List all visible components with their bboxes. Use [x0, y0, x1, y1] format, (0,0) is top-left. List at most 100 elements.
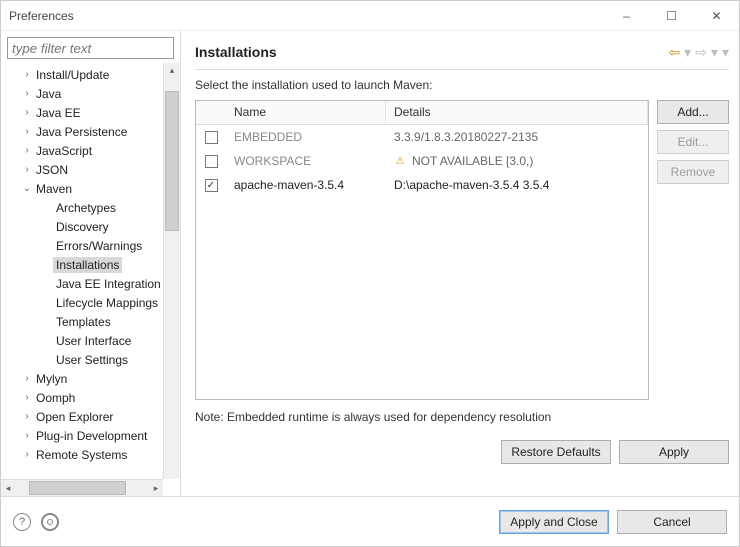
- chevron-down-icon[interactable]: ⌄: [21, 183, 33, 194]
- tree-item-user-settings[interactable]: User Settings: [3, 350, 180, 369]
- row-name: WORKSPACE: [226, 154, 386, 168]
- left-panel: ›Install/Update›Java›Java EE›Java Persis…: [1, 31, 181, 496]
- tree-item-maven[interactable]: ⌄Maven: [3, 179, 180, 198]
- tree-item-plug-in-development[interactable]: ›Plug-in Development: [3, 426, 180, 445]
- tree-item-installations[interactable]: Installations: [3, 255, 180, 274]
- tree-item-label: Install/Update: [33, 67, 112, 83]
- forward-icon[interactable]: ⇨: [695, 45, 707, 59]
- chevron-right-icon[interactable]: ›: [21, 126, 33, 137]
- table-row[interactable]: ✓ apache-maven-3.5.4 D:\apache-maven-3.5.4…: [196, 173, 648, 197]
- chevron-right-icon[interactable]: ›: [21, 411, 33, 422]
- tree-item-lifecycle-mappings[interactable]: Lifecycle Mappings: [3, 293, 180, 312]
- tree-item-remote-systems[interactable]: ›Remote Systems: [3, 445, 180, 464]
- tree-item-label: Java Persistence: [33, 124, 130, 140]
- divider: [195, 69, 729, 70]
- footer-left-icons: ?: [13, 513, 491, 531]
- tree-item-archetypes[interactable]: Archetypes: [3, 198, 180, 217]
- tree-wrap: ›Install/Update›Java›Java EE›Java Persis…: [1, 63, 180, 496]
- tree-item-user-interface[interactable]: User Interface: [3, 331, 180, 350]
- tree-item-errors-warnings[interactable]: Errors/Warnings: [3, 236, 180, 255]
- tree-item-json[interactable]: ›JSON: [3, 160, 180, 179]
- close-button[interactable]: ✕: [694, 1, 739, 31]
- col-name[interactable]: Name: [226, 101, 386, 124]
- table-row[interactable]: WORKSPACE⚠NOT AVAILABLE [3.0,): [196, 149, 648, 173]
- col-details[interactable]: Details: [386, 101, 648, 124]
- add-button[interactable]: Add...: [657, 100, 729, 124]
- tree-item-label: User Interface: [53, 333, 134, 349]
- cancel-button[interactable]: Cancel: [617, 510, 727, 534]
- help-icon[interactable]: ?: [13, 513, 31, 531]
- row-checkbox-cell: [196, 131, 226, 144]
- tree-item-discovery[interactable]: Discovery: [3, 217, 180, 236]
- chevron-right-icon[interactable]: ›: [21, 392, 33, 403]
- tree-item-oomph[interactable]: ›Oomph: [3, 388, 180, 407]
- row-details-text: NOT AVAILABLE [3.0,): [412, 154, 533, 168]
- tree-item-label: Templates: [53, 314, 114, 330]
- scroll-thumb-horizontal[interactable]: [29, 481, 126, 495]
- row-checkbox[interactable]: [205, 131, 218, 144]
- back-dropdown-icon[interactable]: ▾: [684, 45, 691, 59]
- scroll-thumb-vertical[interactable]: [165, 91, 179, 231]
- restore-defaults-button[interactable]: Restore Defaults: [501, 440, 611, 464]
- forward-dropdown-icon[interactable]: ▾: [711, 45, 718, 59]
- tree-item-java-ee[interactable]: ›Java EE: [3, 103, 180, 122]
- footer: ? Apply and Close Cancel: [1, 496, 739, 546]
- tree-item-java[interactable]: ›Java: [3, 84, 180, 103]
- maximize-button[interactable]: ☐: [649, 1, 694, 31]
- tree-item-install-update[interactable]: ›Install/Update: [3, 65, 180, 84]
- row-details: D:\apache-maven-3.5.4 3.5.4: [386, 178, 648, 192]
- row-checkbox-cell: ✓: [196, 179, 226, 192]
- scroll-up-icon[interactable]: ▴: [165, 63, 179, 77]
- filter-input[interactable]: [7, 37, 174, 59]
- tree-item-mylyn[interactable]: ›Mylyn: [3, 369, 180, 388]
- tree-item-label: Installations: [53, 257, 122, 273]
- chevron-right-icon[interactable]: ›: [21, 69, 33, 80]
- row-checkbox-cell: [196, 155, 226, 168]
- chevron-right-icon[interactable]: ›: [21, 430, 33, 441]
- tree-horizontal-scrollbar[interactable]: ◂ ▸: [1, 479, 163, 496]
- tree-item-open-explorer[interactable]: ›Open Explorer: [3, 407, 180, 426]
- chevron-right-icon[interactable]: ›: [21, 164, 33, 175]
- row-name: apache-maven-3.5.4: [226, 178, 386, 192]
- titlebar: Preferences – ☐ ✕: [1, 1, 739, 31]
- tree-item-label: Errors/Warnings: [53, 238, 145, 254]
- apply-button[interactable]: Apply: [619, 440, 729, 464]
- nav-history: ⇦ ▾ ⇨ ▾ ▾: [668, 45, 729, 59]
- row-details-text: D:\apache-maven-3.5.4 3.5.4: [394, 178, 549, 192]
- import-export-icon[interactable]: [41, 513, 59, 531]
- chevron-right-icon[interactable]: ›: [21, 88, 33, 99]
- page-header: Installations ⇦ ▾ ⇨ ▾ ▾: [195, 37, 729, 67]
- tree-item-java-persistence[interactable]: ›Java Persistence: [3, 122, 180, 141]
- row-checkbox[interactable]: ✓: [205, 179, 218, 192]
- table-header: Name Details: [196, 101, 648, 125]
- right-panel: Installations ⇦ ▾ ⇨ ▾ ▾ Select the insta…: [181, 31, 739, 496]
- apply-and-close-button[interactable]: Apply and Close: [499, 510, 609, 534]
- tree-item-java-ee-integration[interactable]: Java EE Integration: [3, 274, 180, 293]
- table-row[interactable]: EMBEDDED3.3.9/1.8.3.20180227-2135: [196, 125, 648, 149]
- scroll-left-icon[interactable]: ◂: [1, 481, 15, 495]
- row-details: 3.3.9/1.8.3.20180227-2135: [386, 130, 648, 144]
- page-title: Installations: [195, 44, 668, 60]
- menu-dropdown-icon[interactable]: ▾: [722, 45, 729, 59]
- preferences-window: Preferences – ☐ ✕ ›Install/Update›Java›J…: [0, 0, 740, 547]
- preferences-tree[interactable]: ›Install/Update›Java›Java EE›Java Persis…: [1, 63, 180, 496]
- chevron-right-icon[interactable]: ›: [21, 373, 33, 384]
- tree-item-label: Open Explorer: [33, 409, 116, 425]
- row-checkbox[interactable]: [205, 155, 218, 168]
- tree-vertical-scrollbar[interactable]: ▴: [163, 63, 180, 479]
- page-buttons: Restore Defaults Apply: [195, 440, 729, 464]
- minimize-button[interactable]: –: [604, 1, 649, 31]
- tree-item-label: Oomph: [33, 390, 78, 406]
- tree-item-label: Archetypes: [53, 200, 119, 216]
- back-icon[interactable]: ⇦: [668, 45, 680, 59]
- scroll-right-icon[interactable]: ▸: [149, 481, 163, 495]
- tree-item-label: User Settings: [53, 352, 131, 368]
- chevron-right-icon[interactable]: ›: [21, 449, 33, 460]
- tree-item-templates[interactable]: Templates: [3, 312, 180, 331]
- tree-item-label: JSON: [33, 162, 71, 178]
- tree-item-javascript[interactable]: ›JavaScript: [3, 141, 180, 160]
- installations-table: Name Details EMBEDDED3.3.9/1.8.3.2018022…: [195, 100, 649, 400]
- chevron-right-icon[interactable]: ›: [21, 107, 33, 118]
- table-body: EMBEDDED3.3.9/1.8.3.20180227-2135WORKSPA…: [196, 125, 648, 399]
- chevron-right-icon[interactable]: ›: [21, 145, 33, 156]
